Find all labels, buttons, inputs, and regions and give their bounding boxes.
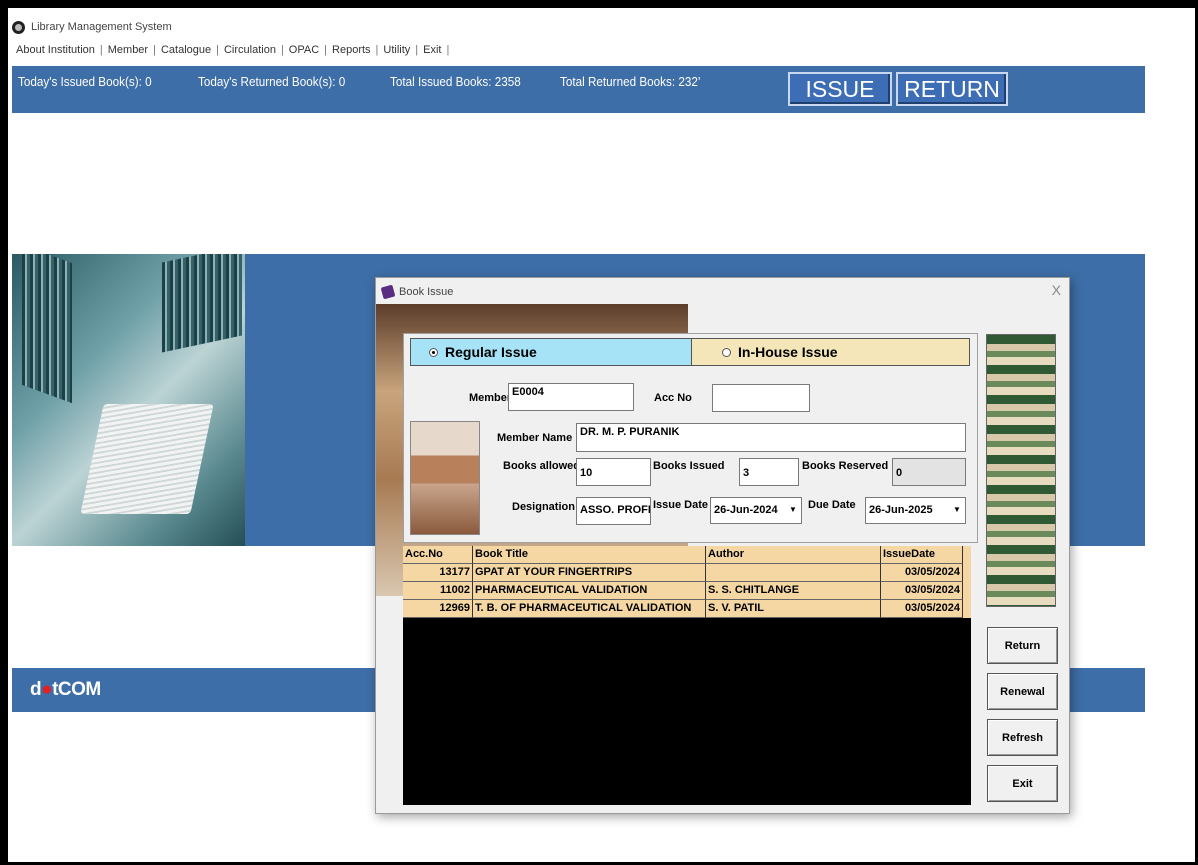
author-cell: S. S. CHITLANGE bbox=[706, 582, 881, 600]
menu-about-institution[interactable]: About Institution bbox=[12, 44, 99, 56]
issue-date-cell: 03/05/2024 bbox=[881, 564, 963, 582]
radio-selected-icon bbox=[429, 347, 438, 357]
due-date-label: Due Date bbox=[808, 499, 856, 511]
books-allowed-label: Books allowed bbox=[503, 460, 581, 472]
due-date-picker[interactable]: 26-Jun-2025 ▼ bbox=[865, 497, 966, 524]
app-logo-icon bbox=[12, 20, 25, 34]
book-icon bbox=[380, 284, 396, 300]
app-window: Library Management System About Institut… bbox=[8, 8, 1195, 860]
column-header-issue-date[interactable]: IssueDate bbox=[881, 546, 963, 564]
issue-date-cell: 03/05/2024 bbox=[881, 600, 963, 618]
designation-field[interactable]: ASSO. PROFE bbox=[576, 497, 651, 525]
todays-issued-count: Today's Issued Book(s): 0 bbox=[18, 74, 152, 89]
member-field[interactable]: E0004 bbox=[508, 383, 634, 411]
library-photo bbox=[12, 254, 245, 546]
books-issued-label: Books Issued bbox=[653, 460, 725, 472]
author-cell bbox=[706, 564, 881, 582]
dialog-title-bar: Book Issue bbox=[380, 284, 454, 300]
book-issue-dialog: Book Issue X Regular Issue In-House Issu… bbox=[375, 277, 1070, 814]
table-row[interactable]: 12969 T. B. OF PHARMACEUTICAL VALIDATION… bbox=[403, 600, 971, 618]
dotcom-logo: d●tCOM bbox=[30, 679, 101, 700]
window-frame: Library Management System About Institut… bbox=[0, 0, 1198, 865]
refresh-button[interactable]: Refresh bbox=[987, 719, 1058, 756]
in-house-issue-label: In-House Issue bbox=[738, 344, 838, 360]
todays-returned-count: Today's Returned Book(s): 0 bbox=[198, 74, 346, 89]
menu-opac[interactable]: OPAC bbox=[285, 44, 323, 56]
table-row[interactable]: 13177 GPAT AT YOUR FINGERTRIPS 03/05/202… bbox=[403, 564, 971, 582]
member-name-label: Member Name bbox=[497, 432, 573, 444]
return-book-button[interactable]: Return bbox=[987, 627, 1058, 664]
acc-no-cell: 11002 bbox=[403, 582, 473, 600]
member-name-field[interactable]: DR. M. P. PURANIK bbox=[576, 423, 966, 452]
issue-date-value: 26-Jun-2024 bbox=[714, 504, 778, 516]
book-title-cell: T. B. OF PHARMACEUTICAL VALIDATION bbox=[473, 600, 706, 618]
menu-exit[interactable]: Exit bbox=[419, 44, 445, 56]
issue-date-label: Issue Date bbox=[653, 499, 709, 511]
menu-catalogue[interactable]: Catalogue bbox=[157, 44, 215, 56]
menu-separator: | bbox=[446, 44, 450, 56]
issue-button[interactable]: ISSUE bbox=[788, 72, 892, 106]
open-book-image bbox=[80, 404, 214, 514]
books-allowed-field[interactable]: 10 bbox=[576, 458, 651, 486]
menu-utility[interactable]: Utility bbox=[379, 44, 414, 56]
total-returned-count: Total Returned Books: 232’ bbox=[560, 74, 701, 89]
column-header-book-title[interactable]: Book Title bbox=[473, 546, 706, 564]
acc-no-field[interactable] bbox=[712, 384, 810, 412]
menu-bar: About Institution | Member | Catalogue | Ci… bbox=[8, 38, 1195, 62]
close-icon[interactable]: X bbox=[1052, 282, 1061, 298]
total-issued-count: Total Issued Books: 2358 bbox=[390, 74, 521, 89]
radio-unselected-icon bbox=[722, 347, 731, 357]
books-reserved-label: Books Reserved bbox=[802, 460, 889, 472]
menu-reports[interactable]: Reports bbox=[328, 44, 375, 56]
member-photo bbox=[410, 421, 480, 535]
menu-circulation[interactable]: Circulation bbox=[220, 44, 280, 56]
regular-issue-radio[interactable]: Regular Issue bbox=[411, 339, 692, 365]
acc-no-cell: 13177 bbox=[403, 564, 473, 582]
exit-button[interactable]: Exit bbox=[987, 765, 1058, 802]
issue-date-picker[interactable]: 26-Jun-2024 ▼ bbox=[710, 497, 802, 524]
acc-no-label: Acc No bbox=[654, 392, 692, 404]
table-row[interactable]: 11002 PHARMACEUTICAL VALIDATION S. S. CH… bbox=[403, 582, 971, 600]
issue-type-selector: Regular Issue In-House Issue bbox=[410, 338, 970, 366]
renewal-button[interactable]: Renewal bbox=[987, 673, 1058, 710]
books-reserved-field: 0 bbox=[892, 458, 966, 486]
regular-issue-label: Regular Issue bbox=[445, 344, 537, 360]
in-house-issue-radio[interactable]: In-House Issue bbox=[692, 339, 969, 365]
issue-date-cell: 03/05/2024 bbox=[881, 582, 963, 600]
dialog-title: Book Issue bbox=[399, 286, 454, 298]
chevron-down-icon[interactable]: ▼ bbox=[786, 501, 800, 517]
due-date-value: 26-Jun-2025 bbox=[869, 504, 933, 516]
acc-no-cell: 12969 bbox=[403, 600, 473, 618]
books-issued-field[interactable]: 3 bbox=[739, 458, 799, 486]
return-button[interactable]: RETURN bbox=[896, 72, 1008, 106]
menu-member[interactable]: Member bbox=[104, 44, 152, 56]
column-header-author[interactable]: Author bbox=[706, 546, 881, 564]
member-label: Member bbox=[469, 392, 512, 404]
issued-books-grid: Acc.No Book Title Author IssueDate 13177… bbox=[403, 546, 971, 805]
designation-label: Designation bbox=[512, 501, 575, 513]
book-title-cell: PHARMACEUTICAL VALIDATION bbox=[473, 582, 706, 600]
title-bar: Library Management System bbox=[12, 18, 172, 36]
issue-form-panel: Regular Issue In-House Issue Member E000… bbox=[403, 333, 978, 543]
book-stack-photo bbox=[986, 334, 1056, 607]
book-title-cell: GPAT AT YOUR FINGERTRIPS bbox=[473, 564, 706, 582]
author-cell: S. V. PATIL bbox=[706, 600, 881, 618]
chevron-down-icon[interactable]: ▼ bbox=[950, 501, 964, 517]
grid-header-row: Acc.No Book Title Author IssueDate bbox=[403, 546, 971, 564]
column-header-acc-no[interactable]: Acc.No bbox=[403, 546, 473, 564]
stats-bar: Today's Issued Book(s): 0 Today's Return… bbox=[12, 66, 1145, 113]
app-title: Library Management System bbox=[31, 21, 172, 33]
